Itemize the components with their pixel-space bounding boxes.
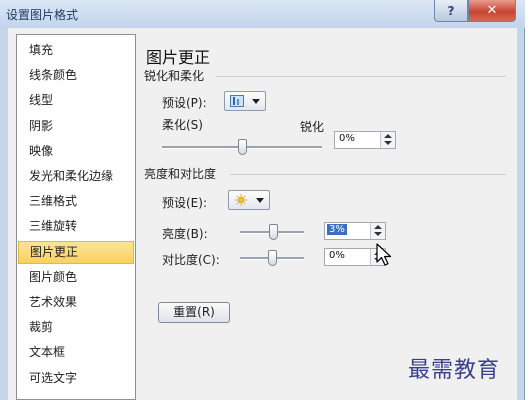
help-button[interactable]: ? [434,0,468,22]
panel-title: 图片更正 [146,48,211,67]
category-item[interactable]: 图片颜色 [18,266,134,289]
brightness-preset-dropdown[interactable] [228,190,270,210]
category-item[interactable]: 三维旋转 [18,215,134,238]
sharpen-preset-label: 预设(P): [162,96,207,110]
contrast-value: 0% [329,250,345,261]
format-picture-dialog: 设置图片格式 ? ✕ 填充 线条颜色 线型 阴影 映像 发光和柔化边缘 三维格式 三维旋转 图片… [0,0,525,400]
spin-down-icon[interactable] [384,141,392,145]
close-button[interactable]: ✕ [468,0,516,22]
category-item[interactable]: 发光和柔化边缘 [18,165,134,188]
spin-up-icon[interactable] [374,225,382,229]
brightness-value[interactable]: 3% [327,224,347,235]
brightness-contrast-heading: 亮度和对比度 [144,167,217,181]
category-item[interactable]: 图片更正 [18,240,134,264]
sharpen-preset-icon [230,95,244,107]
sharpen-preset-dropdown[interactable] [224,91,266,111]
sharpen-value: 0% [339,133,355,144]
contrast-slider-thumb[interactable] [267,250,277,266]
sharpen-label: 锐化 [300,120,325,134]
sun-icon [235,194,247,206]
dialog-body: 填充 线条颜色 线型 阴影 映像 发光和柔化边缘 三维格式 三维旋转 图片更正 图片颜色 艺术效果裁… [8,28,517,400]
brightness-slider-thumb[interactable] [268,224,278,240]
category-item[interactable]: 可选文字 [18,367,134,390]
brightness-value-spinner[interactable]: 3% [324,222,386,240]
watermark-text: 最需教育 [408,358,501,383]
soften-label: 柔化(S) [162,118,203,132]
category-item[interactable]: 填充 [18,39,134,62]
chevron-down-icon [252,99,260,104]
picture-corrections-panel: 图片更正 锐化和柔化 预设(P): 柔化(S) 锐化 0% 亮度和对比度 预设(… [144,34,517,400]
contrast-label: 对比度(C): [162,253,220,267]
brightness-label: 亮度(B): [162,227,208,241]
category-item[interactable]: 文本框 [18,341,134,364]
help-icon: ? [447,3,455,18]
spinner-arrows[interactable] [380,132,395,148]
brightness-preset-label: 预设(E): [162,196,207,210]
mouse-cursor-icon [376,243,392,266]
category-item[interactable]: 裁剪 [18,316,134,339]
category-item[interactable]: 线条颜色 [18,64,134,87]
chevron-down-icon [256,198,264,203]
sharpen-value-spinner[interactable]: 0% [334,131,396,149]
sharpen-slider-thumb[interactable] [237,139,247,155]
dialog-title: 设置图片格式 [6,8,79,22]
category-item[interactable]: 线型 [18,89,134,112]
close-icon: ✕ [486,3,498,18]
reset-button[interactable]: 重置(R) [158,302,230,323]
sharpen-soften-heading: 锐化和柔化 [144,69,205,83]
spin-down-icon[interactable] [374,232,382,236]
spin-up-icon[interactable] [384,134,392,138]
section-divider [230,174,506,175]
category-item[interactable]: 艺术效果 [18,291,134,314]
category-item[interactable]: 阴影 [18,115,134,138]
section-divider [216,76,506,77]
category-list: 填充 线条颜色 线型阴影 映像 发光和柔化边缘 三维格式 三维旋转 图片更正 图片颜色 艺术效果裁… [16,34,136,400]
spinner-arrows[interactable] [370,223,385,239]
title-bar[interactable]: 设置图片格式 ? ✕ [0,0,525,28]
category-item[interactable]: 三维格式 [18,190,134,213]
category-item[interactable]: 映像 [18,140,134,163]
